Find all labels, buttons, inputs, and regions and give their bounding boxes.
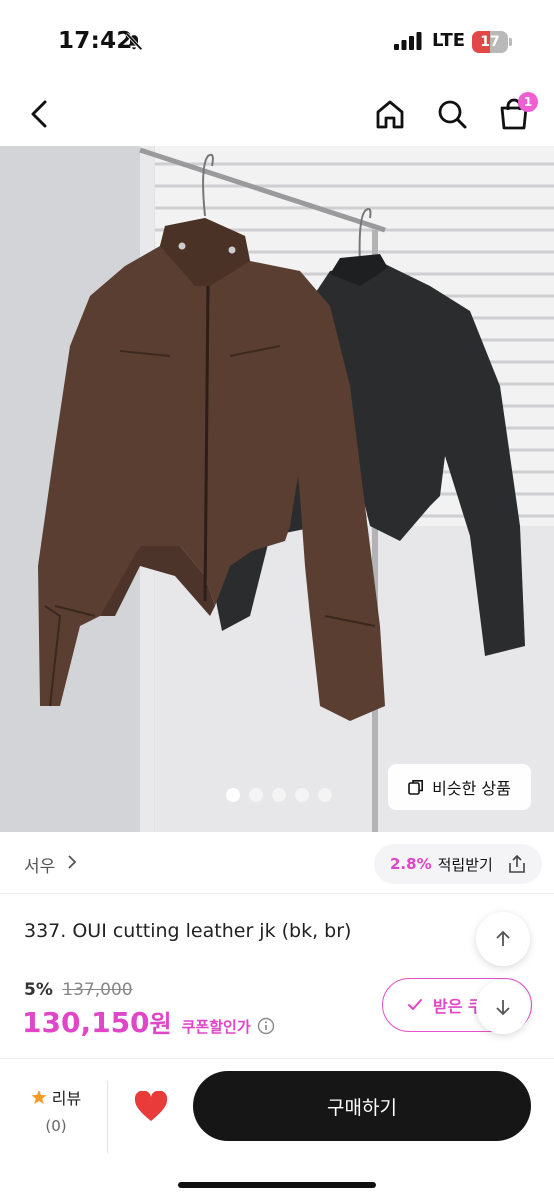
gallery-dot[interactable] (249, 788, 263, 802)
review-summary[interactable]: 리뷰 (0) (28, 1085, 84, 1135)
discount-percent: 5% (24, 980, 53, 1000)
product-image-gallery[interactable]: 비슷한 상품 (0, 146, 554, 832)
review-count: (0) (45, 1117, 67, 1135)
arrow-up-icon (496, 930, 510, 946)
gallery-dot[interactable] (318, 788, 332, 802)
seller-row: 서우 2.8% 적립받기 (0, 832, 554, 894)
bottom-action-bar: 리뷰 (0) 구매하기 (0, 1058, 554, 1200)
seller-name-link[interactable]: 서우 (24, 852, 55, 877)
review-label: 리뷰 (51, 1089, 82, 1108)
bell-muted-icon (125, 32, 143, 51)
divider (107, 1081, 108, 1153)
info-icon[interactable] (257, 1017, 275, 1035)
clock-time: 17:42 (58, 28, 133, 54)
star-icon (31, 1090, 47, 1104)
arrow-down-icon (496, 1000, 510, 1016)
product-photo (0, 146, 554, 832)
coupon-price-label: 쿠폰할인가 (181, 1018, 251, 1036)
points-label: 적립받기 (437, 855, 493, 874)
cart-count-badge: 1 (518, 92, 538, 112)
similar-products-button[interactable]: 비슷한 상품 (388, 764, 531, 810)
home-icon[interactable] (370, 94, 410, 134)
chevron-right-icon[interactable] (66, 854, 78, 870)
battery-level: 17 (480, 34, 500, 50)
share-icon[interactable] (506, 853, 528, 875)
points-button[interactable]: 2.8% 적립받기 (374, 844, 542, 884)
check-icon (408, 999, 422, 1010)
network-type: LTE (432, 30, 466, 51)
price-unit: 원 (149, 1010, 172, 1038)
gallery-dot[interactable] (295, 788, 309, 802)
gallery-pagination[interactable] (226, 788, 332, 802)
heart-icon[interactable] (134, 1091, 168, 1123)
scroll-up-button[interactable] (476, 912, 530, 966)
price-row: 130,150 원 쿠폰할인가 (22, 1004, 275, 1039)
product-title: 337. OUI cutting leather jk (bk, br) (24, 920, 352, 942)
status-bar: 17:42 LTE 17 (0, 0, 554, 80)
cellular-signal-icon (394, 32, 422, 50)
discount-row: 5% 137,000 (24, 980, 133, 1000)
copy-icon (408, 780, 424, 795)
search-icon[interactable] (432, 94, 472, 134)
gallery-dot[interactable] (272, 788, 286, 802)
chevron-left-icon[interactable] (20, 94, 60, 134)
points-rate: 2.8% (390, 855, 432, 873)
battery-icon: 17 (472, 31, 512, 53)
similar-products-label: 비슷한 상품 (432, 779, 511, 798)
gallery-dot[interactable] (226, 788, 240, 802)
scroll-down-button[interactable] (476, 980, 530, 1034)
buy-button[interactable]: 구매하기 (193, 1071, 531, 1141)
original-price: 137,000 (62, 980, 133, 1000)
home-indicator (178, 1182, 376, 1188)
top-nav: 1 (0, 82, 554, 146)
sale-price: 130,150 (22, 1006, 150, 1039)
